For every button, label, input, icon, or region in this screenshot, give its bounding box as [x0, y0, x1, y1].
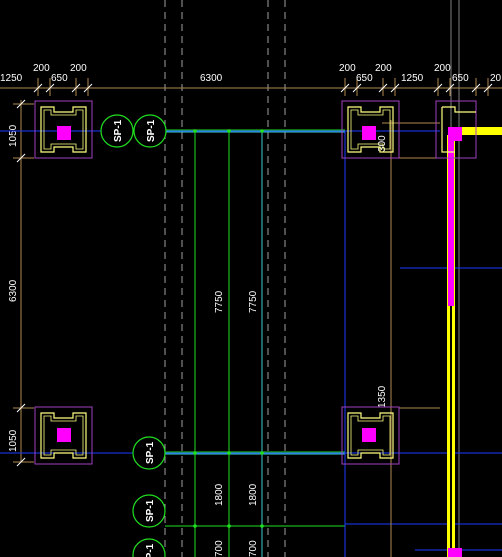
dim-left-top: 1050	[8, 124, 19, 147]
dim-upper-a: 7750	[214, 290, 225, 313]
dim-top-right-offset: 1250	[401, 73, 424, 84]
tag-label: SP-1	[145, 499, 156, 522]
column-icon	[362, 126, 376, 140]
tag-bubble[interactable]: SP-1	[132, 538, 166, 557]
column-icon	[57, 428, 71, 442]
tag-bubble[interactable]: SP-1	[100, 114, 134, 148]
column-footing	[341, 100, 400, 159]
dim-middle-a: 1800	[214, 483, 225, 506]
dim-right-lower: 1350	[377, 385, 388, 408]
tag-bubble[interactable]: SP-1	[132, 436, 166, 470]
dim-top-left-offset: 1250	[0, 73, 23, 84]
beam-inner-strip	[459, 136, 502, 139]
tag-bubble[interactable]: SP-1	[133, 114, 167, 148]
column-icon	[448, 127, 462, 141]
column-icon	[448, 548, 462, 557]
beam-yellow-horizontal	[456, 127, 502, 135]
cad-drawing-canvas: 1250 200 650 200 6300 200 650 200 1250 2…	[0, 0, 502, 557]
dim-lower-a: 700	[214, 540, 225, 557]
dim-lower-b: 700	[248, 540, 259, 557]
dim-top-far-w3: 20	[490, 73, 502, 84]
tag-label: SP-1	[146, 119, 157, 142]
dashed-axes	[164, 0, 286, 557]
dim-left-bottom: 1050	[8, 429, 19, 452]
dim-top-left-w1: 200	[33, 63, 50, 74]
tag-label: SP-1	[113, 119, 124, 142]
column-footing	[341, 406, 400, 465]
dim-top-right-w3: 200	[375, 63, 392, 74]
dim-top-left-w2: 650	[51, 73, 68, 84]
dim-top-far-w2: 650	[452, 73, 469, 84]
right-beam	[447, 127, 502, 557]
dim-top-far-w1: 200	[434, 63, 451, 74]
column-footing	[34, 406, 93, 465]
column-footing	[34, 100, 93, 159]
dim-right-pad: 300	[377, 135, 388, 152]
tag-bubble[interactable]: SP-1	[132, 494, 166, 528]
tag-label: SP-1	[145, 543, 156, 557]
dim-middle-b: 1800	[248, 483, 259, 506]
dim-top-span: 6300	[200, 73, 223, 84]
dim-left-span: 6300	[8, 279, 19, 302]
tag-label: SP-1	[145, 441, 156, 464]
column-icon	[362, 428, 376, 442]
beam-core-black	[450, 306, 452, 557]
dim-top-left-w3: 200	[70, 63, 87, 74]
dim-top-right-w2: 650	[356, 73, 373, 84]
column-icon	[57, 126, 71, 140]
top-dimension-line	[0, 78, 502, 96]
dim-top-right-w1: 200	[339, 63, 356, 74]
beam-magenta-segment	[448, 140, 454, 306]
dim-upper-b: 7750	[248, 290, 259, 313]
right-dimension-lines	[382, 120, 440, 557]
